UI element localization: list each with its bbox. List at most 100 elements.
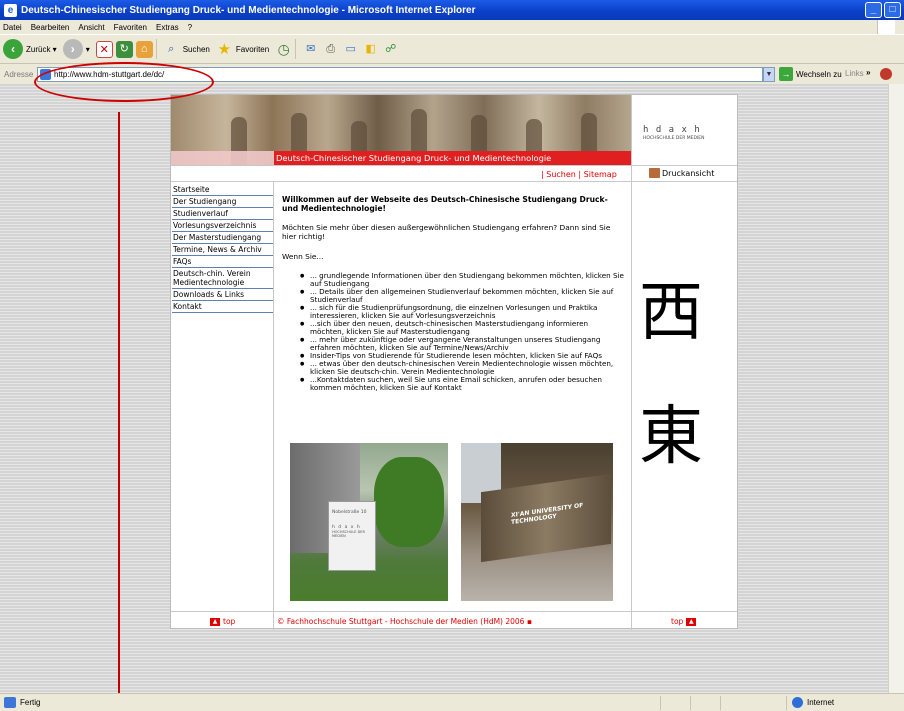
toolbar: ‹ Zurück ▾ › ▾ ✕ ↻ ⌂ ⌕ Suchen ★ Favoriten… — [0, 34, 904, 64]
top-link-left-label: top — [223, 617, 236, 626]
info-list: ... grundlegende Informationen über den … — [282, 272, 624, 392]
print-icon[interactable]: ⎙ — [322, 41, 339, 58]
vertical-scrollbar[interactable] — [888, 84, 904, 693]
nav-termine[interactable]: Termine, News & Archiv — [172, 244, 273, 256]
list-item: ...sich über den neuen, deutsch-chinesis… — [300, 320, 624, 336]
up-arrow-icon: ▲ — [210, 617, 220, 626]
sitemap-link[interactable]: Sitemap — [584, 170, 617, 179]
welcome-heading: Willkommen auf der Webseite des Deutsch-… — [282, 195, 608, 213]
windows-logo-icon — [877, 20, 895, 34]
up-arrow-icon: ▲ — [686, 617, 697, 626]
toolbar-extra-icon[interactable] — [880, 68, 892, 80]
hdm-logo: h d a x h HOCHSCHULE DER MEDIEN — [643, 125, 735, 141]
web-page: Deutsch-Chinesischer Studiengang Druck- … — [170, 94, 738, 630]
sidebar-nav: Startseite Der Studiengang Studienverlau… — [172, 184, 273, 313]
nav-studiengang[interactable]: Der Studiengang — [172, 196, 273, 208]
history-icon[interactable]: ◷ — [275, 41, 292, 58]
address-dropdown-icon[interactable]: ▼ — [763, 67, 775, 82]
security-zone: Internet — [792, 697, 834, 708]
search-icon: ⌕ — [168, 42, 175, 55]
ie-icon: e — [4, 3, 17, 17]
menu-favoriten[interactable]: Favoriten — [114, 23, 147, 32]
campus-sign: Nobelstraße 10 h d a x h HOCHSCHULE DER … — [328, 501, 376, 571]
top-link-right-label: top — [671, 617, 684, 626]
back-button[interactable]: ‹ Zurück ▾ — [3, 39, 57, 59]
discuss-icon[interactable]: ◧ — [362, 41, 379, 58]
nav-verein[interactable]: Deutsch-chin. Verein Medientechnologie — [172, 268, 273, 289]
maximize-button[interactable]: □ — [884, 2, 901, 18]
nav-kontakt[interactable]: Kontakt — [172, 301, 273, 313]
nav-downloads[interactable]: Downloads & Links — [172, 289, 273, 301]
top-link-right[interactable]: top ▲ — [671, 617, 699, 626]
zone-label: Internet — [807, 698, 835, 707]
nav-masterstudiengang[interactable]: Der Masterstudiengang — [172, 232, 273, 244]
back-arrow-icon: ‹ — [3, 39, 23, 59]
edit-icon[interactable]: ▭ — [342, 41, 359, 58]
back-label: Zurück — [26, 44, 51, 54]
favorites-button[interactable]: ★ Favoriten — [216, 40, 270, 58]
window-title: Deutsch-Chinesischer Studiengang Druck- … — [21, 4, 476, 16]
main-content: Willkommen auf der Webseite des Deutsch-… — [282, 195, 624, 392]
go-label: Wechseln zu — [796, 69, 842, 79]
logo-marks: h d a x h — [643, 125, 701, 135]
intro-text: Möchten Sie mehr über diesen außergewöhn… — [282, 223, 611, 241]
page-icon — [4, 697, 16, 708]
list-item: ... grundlegende Informationen über den … — [300, 272, 624, 288]
top-link-left[interactable]: ▲ top — [207, 617, 235, 626]
hanzi-xi: 西 — [639, 276, 703, 350]
campus-sign-logo-sub: HOCHSCHULE DER MEDIEN — [332, 530, 365, 538]
status-bar: Fertig Internet — [0, 693, 904, 711]
nav-studienverlauf[interactable]: Studienverlauf — [172, 208, 273, 220]
print-view-link[interactable]: Druckansicht — [649, 168, 714, 178]
forward-button[interactable]: › ▾ — [62, 39, 90, 59]
campus-sign-text: Nobelstraße 10 — [332, 510, 367, 515]
menu-help[interactable]: ? — [188, 23, 192, 32]
links-label[interactable]: Links — [845, 69, 864, 78]
annotation-circle — [34, 62, 214, 102]
links-chevron-icon[interactable]: » — [866, 68, 870, 77]
menu-bearbeiten[interactable]: Bearbeiten — [31, 23, 70, 32]
search-label: Suchen — [182, 44, 210, 54]
menu-datei[interactable]: Datei — [3, 23, 22, 32]
list-item: ... Details über den allgemeinen Studien… — [300, 288, 624, 304]
status-text: Fertig — [20, 698, 41, 707]
wenn-text: Wenn Sie... — [282, 252, 324, 261]
menu-ansicht[interactable]: Ansicht — [78, 23, 104, 32]
star-icon: ★ — [217, 40, 232, 58]
top-links: | Suchen | Sitemap — [541, 170, 617, 179]
list-item: ...Kontaktdaten suchen, weil Sie uns ein… — [300, 376, 624, 392]
favorites-label: Favoriten — [235, 44, 270, 54]
forward-arrow-icon: › — [62, 39, 83, 59]
list-item: ... etwas über den deutsch-chinesischen … — [300, 360, 624, 376]
logo-subtitle: HOCHSCHULE DER MEDIEN — [643, 136, 705, 141]
search-button[interactable]: ⌕ Suchen — [163, 41, 210, 58]
mail-icon[interactable]: ✉ — [302, 41, 319, 58]
printer-icon — [649, 168, 660, 178]
nav-vorlesungsverzeichnis[interactable]: Vorlesungsverzeichnis — [172, 220, 273, 232]
refresh-icon[interactable]: ↻ — [115, 40, 133, 58]
banner-strip — [171, 151, 274, 165]
banner-title: Deutsch-Chinesischer Studiengang Druck- … — [274, 151, 631, 165]
nav-startseite[interactable]: Startseite — [172, 184, 273, 196]
campus-photo-hdm: Nobelstraße 10 h d a x h HOCHSCHULE DER … — [290, 443, 448, 601]
menu-bar: Datei Bearbeiten Ansicht Favoriten Extra… — [0, 20, 904, 34]
address-label: Adresse — [4, 69, 34, 79]
home-icon[interactable]: ⌂ — [135, 40, 153, 58]
globe-icon — [792, 697, 803, 708]
list-item: ... sich für die Studienprüfungsordnung,… — [300, 304, 624, 320]
stop-icon[interactable]: ✕ — [95, 40, 113, 58]
hanzi-dong: 東 — [639, 400, 703, 474]
minimize-button[interactable]: _ — [865, 2, 882, 18]
list-item: ... mehr über zukünftige oder vergangene… — [300, 336, 624, 352]
messenger-icon[interactable]: ☍ — [382, 41, 399, 58]
footer-copyright[interactable]: © Fachhochschule Stuttgart - Hochschule … — [277, 617, 532, 626]
go-arrow-icon: → — [779, 67, 793, 81]
menu-extras[interactable]: Extras — [156, 23, 179, 32]
nav-faqs[interactable]: FAQs — [172, 256, 273, 268]
search-link[interactable]: Suchen — [546, 170, 576, 179]
campus-photo-xian: XI'AN UNIVERSITY OF TECHNOLOGY — [461, 443, 613, 601]
print-view-label: Druckansicht — [662, 168, 715, 178]
annotation-line — [118, 112, 120, 711]
window-titlebar: e Deutsch-Chinesischer Studiengang Druck… — [0, 0, 904, 20]
go-button[interactable]: → Wechseln zu — [779, 67, 842, 81]
